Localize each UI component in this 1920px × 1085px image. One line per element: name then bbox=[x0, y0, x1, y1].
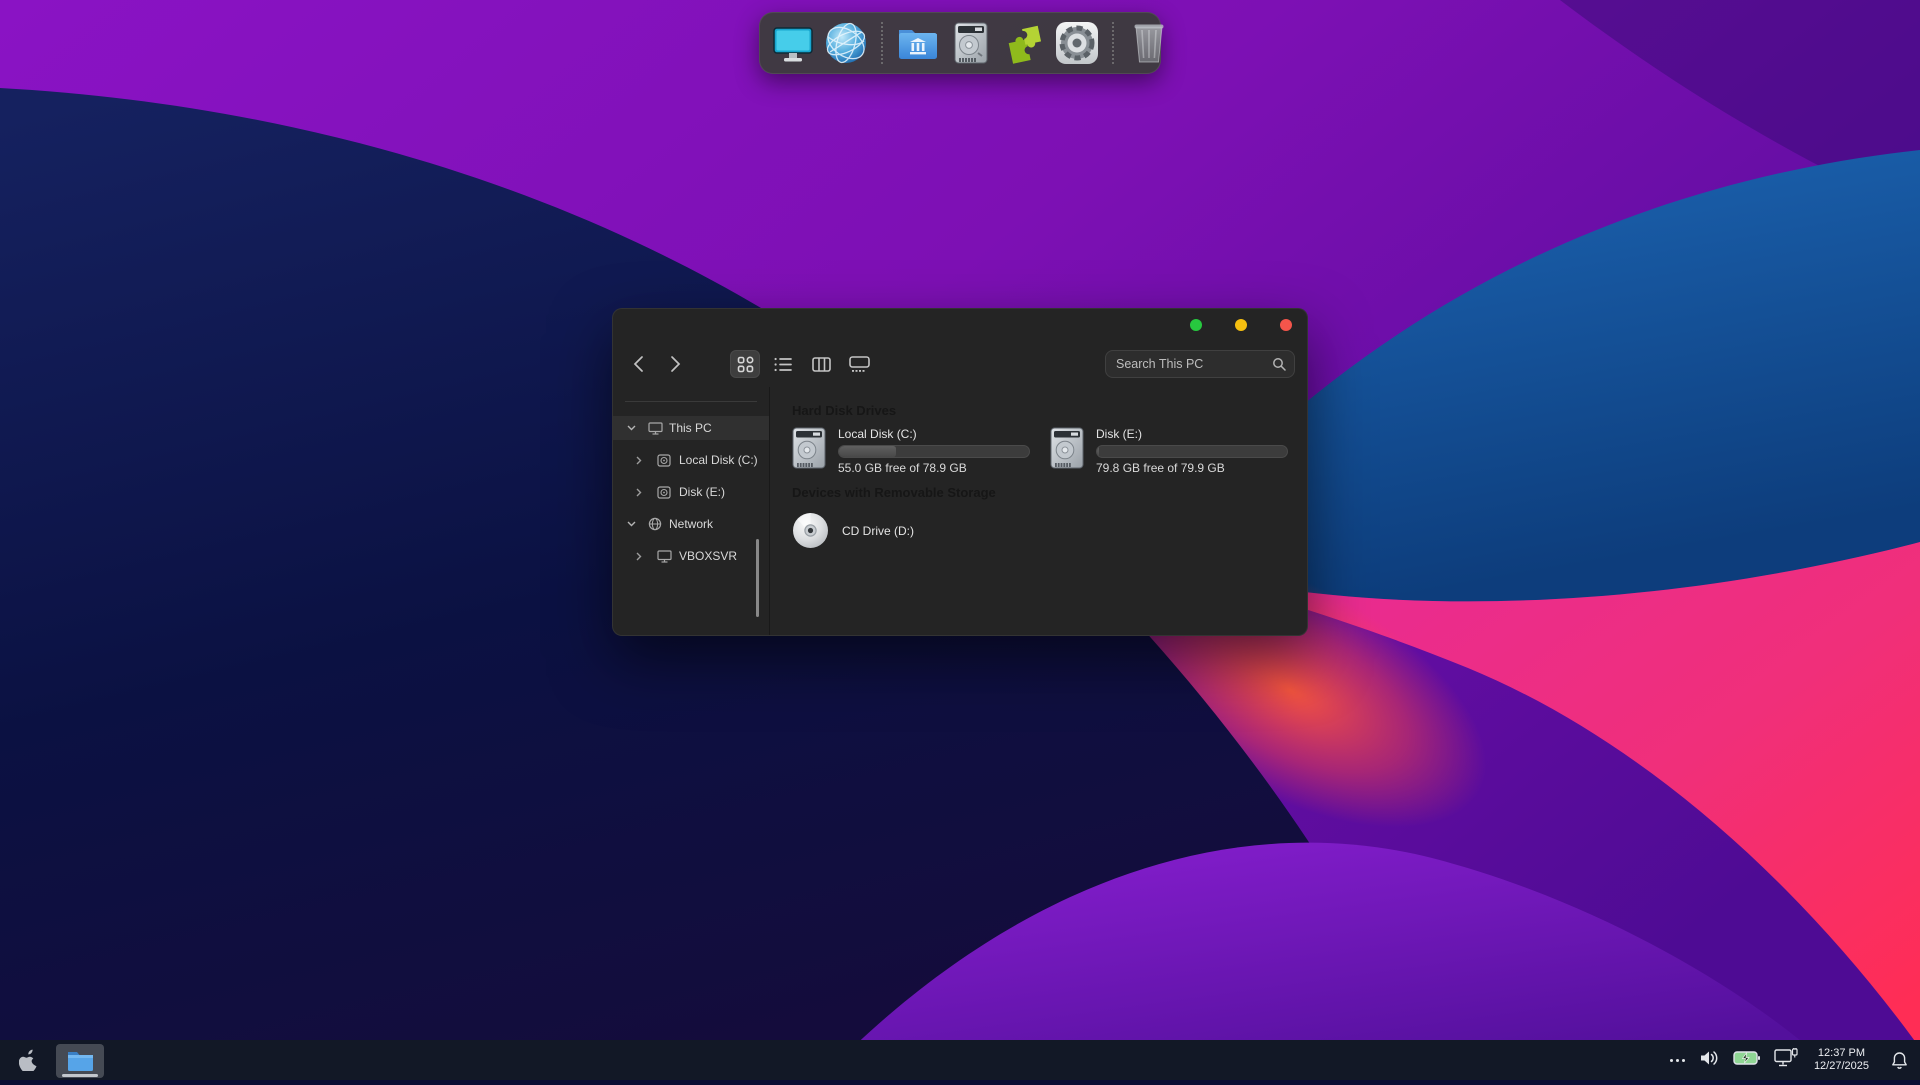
view-switcher bbox=[730, 350, 874, 378]
display-icon[interactable] bbox=[770, 20, 816, 66]
drive-name: CD Drive (D:) bbox=[842, 524, 914, 538]
clock-time: 12:37 PM bbox=[1814, 1047, 1869, 1060]
content-pane: Hard Disk Drives bbox=[769, 387, 1307, 635]
chevron-down-icon[interactable] bbox=[626, 425, 636, 431]
forward-button[interactable] bbox=[662, 351, 688, 377]
capacity-bar bbox=[1096, 445, 1288, 458]
folder-icon bbox=[67, 1050, 94, 1072]
sidebar-item-vboxsvr[interactable]: VBOXSVR bbox=[613, 544, 769, 568]
clock-date: 12/27/2025 bbox=[1814, 1060, 1869, 1073]
sidebar-item-label: Disk (E:) bbox=[679, 485, 725, 499]
drive-tile-local-disk-c[interactable]: Local Disk (C:) 55.0 GB free of 78.9 GB bbox=[792, 427, 1030, 475]
capacity-bar bbox=[838, 445, 1030, 458]
gallery-view-button[interactable] bbox=[844, 350, 874, 378]
start-button[interactable] bbox=[0, 1049, 56, 1071]
file-manager-window: This PC Local Disk (C:) Disk (E:) bbox=[612, 308, 1308, 636]
disk-icon bbox=[656, 454, 672, 467]
network-globe-icon[interactable] bbox=[823, 20, 869, 66]
dock-separator bbox=[881, 22, 883, 64]
hard-disk-icon[interactable] bbox=[948, 20, 994, 66]
sidebar-item-label: Local Disk (C:) bbox=[679, 453, 758, 467]
library-folder-icon[interactable] bbox=[895, 20, 941, 66]
sidebar-item-network[interactable]: Network bbox=[613, 512, 769, 536]
active-app-indicator bbox=[62, 1074, 98, 1077]
chevron-right-icon[interactable] bbox=[634, 488, 644, 497]
drive-tile-disk-e[interactable]: Disk (E:) 79.8 GB free of 79.9 GB bbox=[1050, 427, 1288, 475]
close-button[interactable] bbox=[1280, 319, 1292, 331]
sidebar-divider bbox=[625, 401, 757, 402]
sidebar-item-this-pc[interactable]: This PC bbox=[613, 416, 769, 440]
network-icon bbox=[647, 517, 663, 531]
drive-free-space: 79.8 GB free of 79.9 GB bbox=[1096, 461, 1288, 475]
grid-view-button[interactable] bbox=[730, 350, 760, 378]
battery-charging-icon[interactable] bbox=[1733, 1050, 1760, 1071]
column-view-button[interactable] bbox=[806, 350, 836, 378]
section-title-removable: Devices with Removable Storage bbox=[792, 485, 1287, 503]
maximize-button[interactable] bbox=[1235, 319, 1247, 331]
system-settings-icon[interactable] bbox=[1054, 20, 1100, 66]
disk-icon bbox=[656, 486, 672, 499]
window-titlebar[interactable] bbox=[613, 309, 1307, 341]
system-tray: 12:37 PM 12/27/2025 bbox=[1670, 1040, 1920, 1080]
sidebar-item-label: This PC bbox=[669, 421, 712, 435]
taskbar: 12:37 PM 12/27/2025 bbox=[0, 1040, 1920, 1080]
sidebar: This PC Local Disk (C:) Disk (E:) bbox=[613, 387, 769, 635]
search-box[interactable] bbox=[1105, 350, 1295, 378]
cd-icon bbox=[792, 512, 829, 549]
drive-tile-cd-d[interactable]: CD Drive (D:) bbox=[792, 512, 1287, 549]
drive-name: Disk (E:) bbox=[1096, 427, 1288, 443]
tray-overflow-icon[interactable] bbox=[1670, 1059, 1685, 1062]
puzzle-extensions-icon[interactable] bbox=[1001, 20, 1047, 66]
list-view-button[interactable] bbox=[768, 350, 798, 378]
taskbar-clock[interactable]: 12:37 PM 12/27/2025 bbox=[1814, 1047, 1869, 1073]
sidebar-item-label: VBOXSVR bbox=[679, 549, 737, 563]
dock bbox=[759, 12, 1161, 74]
monitor-icon bbox=[647, 422, 663, 435]
back-button[interactable] bbox=[625, 351, 651, 377]
monitor-icon bbox=[656, 550, 672, 563]
hard-disk-icon bbox=[1050, 427, 1084, 470]
sidebar-item-local-disk-c[interactable]: Local Disk (C:) bbox=[613, 448, 769, 472]
chevron-right-icon[interactable] bbox=[634, 456, 644, 465]
drive-name: Local Disk (C:) bbox=[838, 427, 1030, 443]
sidebar-scrollbar[interactable] bbox=[756, 539, 759, 617]
section-title-hard-disks: Hard Disk Drives bbox=[792, 403, 1287, 421]
trash-icon[interactable] bbox=[1126, 20, 1172, 66]
network-display-icon[interactable] bbox=[1774, 1048, 1798, 1072]
window-toolbar bbox=[613, 341, 1307, 387]
chevron-down-icon[interactable] bbox=[626, 521, 636, 527]
sidebar-item-label: Network bbox=[669, 517, 713, 531]
capacity-bar-fill bbox=[839, 446, 896, 457]
dock-separator bbox=[1112, 22, 1114, 64]
notifications-bell-icon[interactable] bbox=[1891, 1051, 1908, 1070]
sidebar-item-disk-e[interactable]: Disk (E:) bbox=[613, 480, 769, 504]
file-explorer-taskbar-button[interactable] bbox=[56, 1044, 104, 1078]
minimize-button[interactable] bbox=[1190, 319, 1202, 331]
apple-logo-icon bbox=[19, 1049, 38, 1071]
search-icon bbox=[1272, 357, 1286, 376]
capacity-bar-fill bbox=[1097, 446, 1099, 457]
chevron-right-icon[interactable] bbox=[634, 552, 644, 561]
volume-icon[interactable] bbox=[1699, 1049, 1719, 1072]
drive-free-space: 55.0 GB free of 78.9 GB bbox=[838, 461, 1030, 475]
hard-disk-icon bbox=[792, 427, 826, 470]
